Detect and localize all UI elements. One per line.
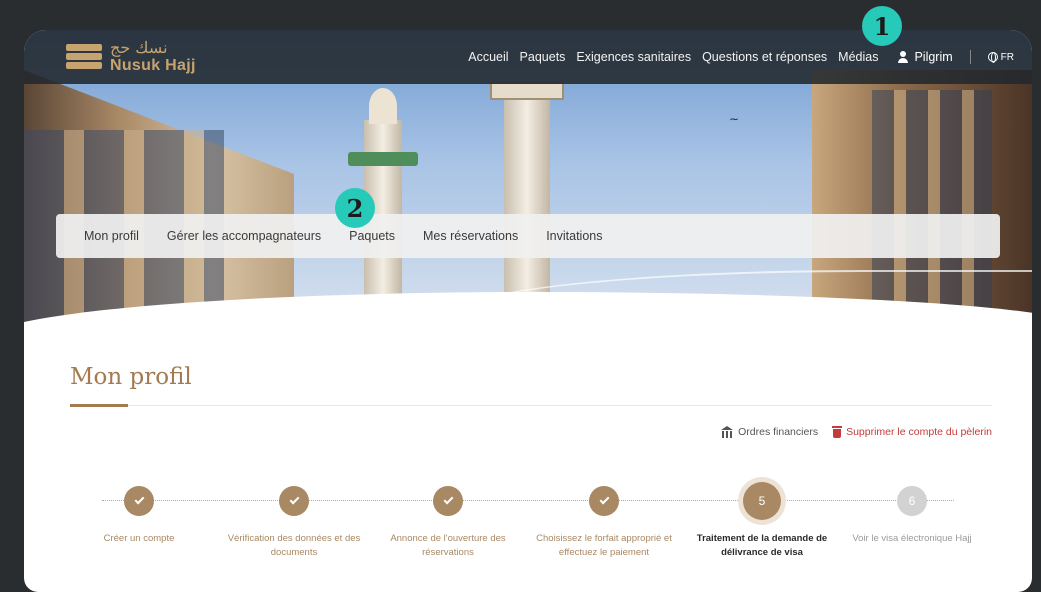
title-rule <box>128 405 992 406</box>
logo[interactable]: نسك حج Nusuk Hajj <box>64 40 196 74</box>
subnav-item-invitations[interactable]: Invitations <box>546 229 602 243</box>
minaret-left-dome <box>369 88 397 124</box>
trash-icon <box>832 426 843 438</box>
nav-link-accueil[interactable]: Accueil <box>468 50 508 64</box>
minaret-right-balcony <box>490 82 564 100</box>
step-5-label: Traitement de la demande de délivrance d… <box>696 533 828 558</box>
nav-links: Accueil Paquets Exigences sanitaires Que… <box>468 50 1014 64</box>
app-window: ∼ نسك حج Nusuk Hajj Accueil Paquets Exig… <box>24 30 1032 592</box>
step-1-marker <box>124 486 154 516</box>
check-icon <box>289 494 299 505</box>
subnav-item-accompagnateurs[interactable]: Gérer les accompagnateurs <box>167 229 321 243</box>
divider <box>969 50 971 64</box>
user-menu[interactable]: Pilgrim <box>897 50 953 64</box>
profile-subnav: Mon profil Gérer les accompagnateurs Paq… <box>56 214 1000 258</box>
nav-link-paquets[interactable]: Paquets <box>520 50 566 64</box>
financial-orders-label: Ordres financiers <box>738 426 819 438</box>
delete-account-label: Supprimer le compte du pèlerin <box>846 426 992 438</box>
annotation-badge-2: 2 <box>335 188 375 228</box>
step-6-label: Voir le visa électronique Hajj <box>852 533 972 544</box>
delete-account-link[interactable]: Supprimer le compte du pèlerin <box>832 426 992 438</box>
nav-link-medias[interactable]: Médias <box>838 50 878 64</box>
step-3-marker <box>433 486 463 516</box>
subnav-item-reservations[interactable]: Mes réservations <box>423 229 518 243</box>
subnav-item-mon-profil[interactable]: Mon profil <box>84 229 139 243</box>
step-6-marker: 6 <box>897 486 927 516</box>
nav-link-exigences[interactable]: Exigences sanitaires <box>576 50 691 64</box>
step-2-label: Vérification des données et des document… <box>227 533 361 558</box>
minaret-left-balcony <box>348 152 418 166</box>
step-4-marker <box>589 486 619 516</box>
logo-text: نسك حج Nusuk Hajj <box>110 40 196 74</box>
step-3-label: Annonce de l'ouverture des réservations <box>390 533 506 558</box>
user-icon <box>897 51 909 63</box>
step-4-label: Choisissez le forfait approprié et effec… <box>536 533 672 558</box>
page-title: Mon profil <box>70 364 192 390</box>
financial-orders-link[interactable]: Ordres financiers <box>721 426 818 438</box>
globe-icon <box>987 52 998 63</box>
step-2-marker <box>279 486 309 516</box>
title-underline <box>70 404 128 407</box>
user-name: Pilgrim <box>914 50 953 64</box>
logo-icon <box>64 40 104 74</box>
check-icon <box>134 494 144 505</box>
logo-english: Nusuk Hajj <box>110 57 196 74</box>
annotation-badge-1: 1 <box>862 6 902 46</box>
bird-icon: ∼ <box>729 112 740 126</box>
subnav-item-paquets[interactable]: Paquets <box>349 229 395 243</box>
language-label: FR <box>1000 51 1014 63</box>
language-switcher[interactable]: FR <box>987 51 1014 63</box>
check-icon <box>599 494 609 505</box>
nav-link-questions[interactable]: Questions et réponses <box>702 50 827 64</box>
check-icon <box>443 494 453 505</box>
step-5-marker: 5 <box>743 482 781 520</box>
profile-actions: Ordres financiers Supprimer le compte du… <box>721 426 992 438</box>
logo-arabic: نسك حج <box>110 38 168 57</box>
step-1-label: Créer un compte <box>103 533 175 544</box>
bank-icon <box>721 426 734 438</box>
progress-track <box>102 500 954 501</box>
